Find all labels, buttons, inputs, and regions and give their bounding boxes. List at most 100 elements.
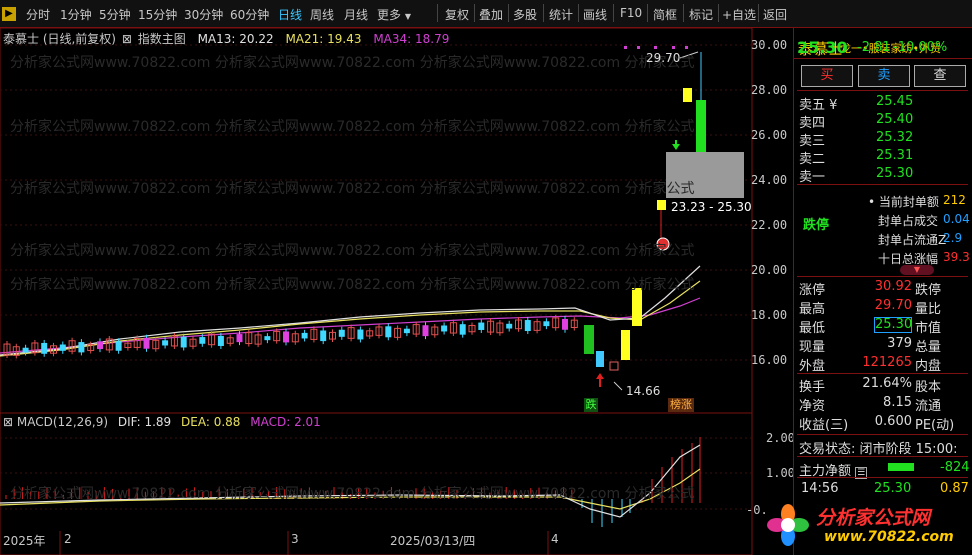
kline-chart[interactable]: 泰慕士 (日线,前复权) ⊠ 指数主图 MA13: 20.22 MA21: 19… xyxy=(0,28,793,413)
statistics-button[interactable]: 统计 xyxy=(549,6,573,23)
chart-legend: 泰慕士 (日线,前复权) ⊠ 指数主图 MA13: 20.22 MA21: 19… xyxy=(3,30,449,47)
multi-stock-button[interactable]: 多股 xyxy=(513,6,537,23)
tab-more-label: 更多 xyxy=(377,8,402,22)
macd-value: MACD: 2.01 xyxy=(250,415,321,429)
candle xyxy=(357,329,364,340)
ask-price[interactable]: 25.40 xyxy=(876,112,913,127)
x-label: 2025/03/13/四 xyxy=(390,534,476,548)
stat-value: 379 xyxy=(887,336,912,351)
query-button[interactable]: 查 xyxy=(914,65,966,87)
stat-label: 总量 xyxy=(915,340,942,355)
ask-price[interactable]: 25.31 xyxy=(876,148,913,163)
stat-value: 21.64% xyxy=(862,376,912,391)
candle-up-1 xyxy=(621,330,630,360)
y-label: 30.00 xyxy=(751,38,788,52)
up-arrow-icon xyxy=(596,373,604,387)
logo-url: www.70822.com xyxy=(824,529,954,545)
y-label: 20.00 xyxy=(751,263,788,277)
price-change-pct: -10.00% xyxy=(893,40,948,55)
stat-value: 29.70 xyxy=(874,298,912,313)
candle xyxy=(320,330,327,342)
add-watchlist-button[interactable]: +自选 xyxy=(722,6,756,23)
candle xyxy=(441,325,448,332)
ma13-line xyxy=(0,265,701,356)
signal-dots xyxy=(624,46,688,49)
tab-monthly[interactable]: 月线 xyxy=(344,6,368,23)
candle xyxy=(162,340,169,346)
candle xyxy=(338,329,345,337)
overlay-button[interactable]: 叠加 xyxy=(479,6,503,23)
buy-button[interactable]: 买 xyxy=(801,65,853,87)
indicator-chevron-icon[interactable]: ⊠ xyxy=(122,32,132,46)
down-arrow-icon-1 xyxy=(672,140,680,150)
current-price: 25.30 xyxy=(797,38,848,57)
logo-text: 分析家公式网 xyxy=(816,507,931,529)
candle-down-2 xyxy=(596,351,604,367)
seal-value: 0.04 xyxy=(943,212,970,226)
ma34-value: MA34: 18.79 xyxy=(373,32,450,46)
range-label: 23.23 - 25.30 xyxy=(671,200,752,214)
kline-svg xyxy=(0,28,753,413)
tab-30min[interactable]: 30分钟 xyxy=(184,6,223,23)
y-label: 26.00 xyxy=(751,128,788,142)
candle-down-3 xyxy=(696,100,706,153)
ask-price[interactable]: 25.45 xyxy=(876,94,913,109)
indicator-name[interactable]: 指数主图 xyxy=(138,32,186,46)
stat-label: 市值 xyxy=(915,321,942,336)
tab-5min[interactable]: 5分钟 xyxy=(99,6,131,23)
tab-more[interactable]: 更多 ▼ xyxy=(377,6,411,23)
ask-price[interactable]: 25.32 xyxy=(876,130,913,145)
candle xyxy=(236,334,243,343)
macd-gear-icon[interactable]: ⊠ xyxy=(3,415,13,429)
tab-15min[interactable]: 15分钟 xyxy=(138,6,177,23)
red-ball-icon xyxy=(656,237,670,251)
tab-weekly[interactable]: 周线 xyxy=(310,6,334,23)
back-button[interactable]: 返回 xyxy=(763,6,787,23)
tab-daily[interactable]: 日线 xyxy=(278,6,302,23)
stat-label: 最高 xyxy=(799,302,826,317)
dea-line xyxy=(0,468,701,510)
expand-chevron-icon[interactable]: ▼ xyxy=(900,265,934,275)
stat-value: 25.30 xyxy=(874,317,913,333)
candle xyxy=(97,341,103,350)
macd-title: MACD(12,26,9) xyxy=(16,415,109,429)
adjust-button[interactable]: 复权 xyxy=(445,6,469,23)
stat-label: 现量 xyxy=(799,340,826,355)
candle-small xyxy=(609,361,619,371)
ma21-value: MA21: 19.43 xyxy=(285,32,362,46)
stat-label: 股本 xyxy=(915,380,942,395)
mark-button[interactable]: 标记 xyxy=(689,6,713,23)
candle xyxy=(301,332,308,339)
candle xyxy=(562,318,568,330)
ma34-line xyxy=(0,297,701,354)
tag-up-badge: 榜涨 xyxy=(668,398,694,412)
tab-1min[interactable]: 1分钟 xyxy=(60,6,92,23)
dif-value: DIF: 1.89 xyxy=(117,415,172,429)
simple-frame-button[interactable]: 简框 xyxy=(653,6,677,23)
y-label: 16.00 xyxy=(751,353,788,367)
tab-timeshare[interactable]: 分时 xyxy=(26,6,50,23)
candle xyxy=(143,337,150,349)
draw-line-button[interactable]: 画线 xyxy=(583,6,607,23)
toolbar-arrow-icon[interactable]: ▶ xyxy=(2,7,16,21)
tick-volume: 0.87 xyxy=(940,481,969,496)
stat-label: 收益(三) xyxy=(799,418,849,433)
candle xyxy=(524,320,531,332)
macd-y-label: -0. xyxy=(746,503,768,517)
y-label: 18.00 xyxy=(751,308,788,322)
sell-button[interactable]: 卖 xyxy=(858,65,910,87)
tab-60min[interactable]: 60分钟 xyxy=(230,6,269,23)
candle xyxy=(217,335,224,346)
candle xyxy=(264,336,271,341)
candle xyxy=(78,342,85,353)
stat-value: 30.92 xyxy=(874,279,912,294)
ask-price[interactable]: 25.30 xyxy=(876,166,913,181)
candle xyxy=(385,326,392,338)
stat-label: 涨停 xyxy=(799,283,826,298)
macd-chart[interactable]: ⊠ MACD(12,26,9) DIF: 1.89 DEA: 0.88 MACD… xyxy=(0,413,795,555)
trade-status: 交易状态: 闭市阶段 15:00: xyxy=(799,442,958,457)
candle xyxy=(180,336,187,348)
candle xyxy=(59,344,66,351)
high-price-label: 29.70 xyxy=(646,51,681,65)
f10-button[interactable]: F10 xyxy=(620,6,642,20)
